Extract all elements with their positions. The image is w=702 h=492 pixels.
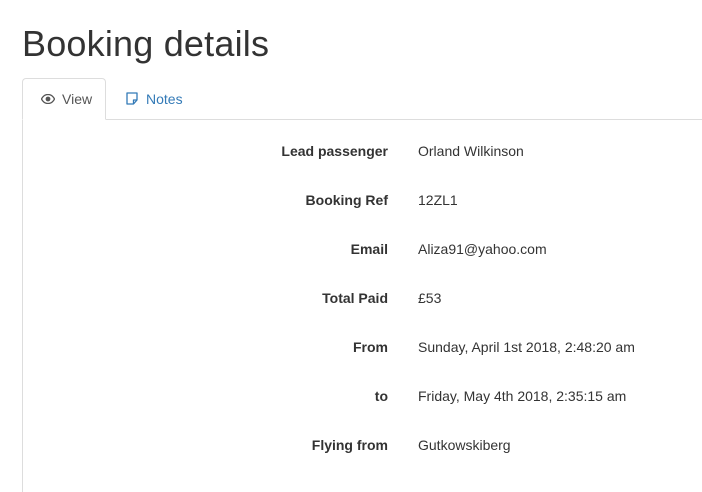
note-icon xyxy=(124,92,140,106)
detail-value: Aliza91@yahoo.com xyxy=(418,241,547,257)
detail-value: Orland Wilkinson xyxy=(418,143,524,159)
detail-value: Friday, May 4th 2018, 2:35:15 am xyxy=(418,388,627,404)
detail-row-lead-passenger: Lead passenger Orland Wilkinson xyxy=(23,141,702,161)
detail-value: 12ZL1 xyxy=(418,192,458,208)
page-title: Booking details xyxy=(22,23,270,64)
eye-icon xyxy=(40,92,56,106)
detail-row-email: Email Aliza91@yahoo.com xyxy=(23,239,702,259)
detail-label: Booking Ref xyxy=(305,192,388,208)
detail-row-flying-from: Flying from Gutkowskiberg xyxy=(23,435,702,455)
detail-row-total-paid: Total Paid £53 xyxy=(23,288,702,308)
detail-value: Gutkowskiberg xyxy=(418,437,511,453)
detail-label: to xyxy=(374,388,388,404)
detail-row-from: From Sunday, April 1st 2018, 2:48:20 am xyxy=(23,337,702,357)
detail-row-to: to Friday, May 4th 2018, 2:35:15 am xyxy=(23,386,702,406)
detail-label: Total Paid xyxy=(322,290,388,306)
tab-view[interactable]: View xyxy=(22,78,106,120)
detail-row-booking-ref: Booking Ref 12ZL1 xyxy=(23,190,702,210)
detail-label: Flying from xyxy=(311,437,388,453)
detail-label: Lead passenger xyxy=(281,143,388,159)
tab-bar: View Notes xyxy=(22,78,702,120)
detail-value: Sunday, April 1st 2018, 2:48:20 am xyxy=(418,339,635,355)
tab-view-label: View xyxy=(62,91,93,107)
detail-label: From xyxy=(353,339,388,355)
detail-value: £53 xyxy=(418,290,442,306)
detail-label: Email xyxy=(350,241,388,257)
booking-details-panel: Lead passenger Orland Wilkinson Booking … xyxy=(22,119,702,492)
tab-notes-label: Notes xyxy=(146,90,183,107)
tab-notes[interactable]: Notes xyxy=(124,78,183,119)
